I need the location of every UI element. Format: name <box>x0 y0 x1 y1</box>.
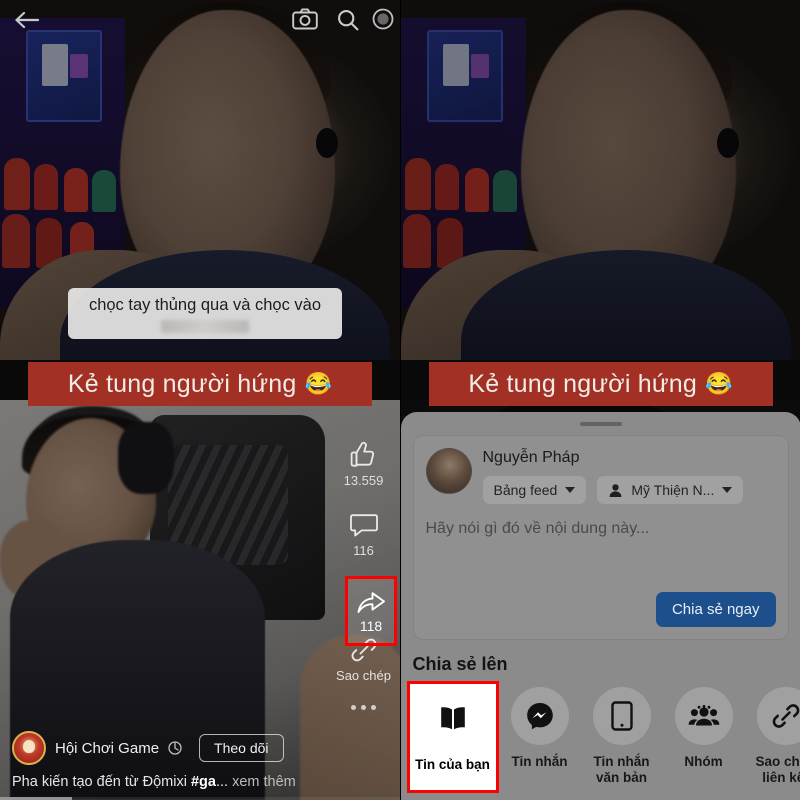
see-more-link[interactable]: xem thêm <box>232 774 296 790</box>
share-button-highlighted[interactable]: 118 <box>345 576 397 646</box>
video-title-banner: Kẻ tung người hứng 😂 <box>28 362 372 406</box>
audience-label: Bảng feed <box>493 482 558 498</box>
share-target-label-3: Nhóm <box>684 754 723 769</box>
share-target-sms[interactable]: Tin nhắn văn bản <box>581 687 663 793</box>
caption-prefix: Pha kiến tạo đến từ Độmixi <box>12 774 191 790</box>
globe-icon <box>168 741 182 755</box>
subtitle-blurred-line <box>161 320 249 333</box>
subtitle-text: chọc tay thủng qua và chọc vào <box>88 296 322 314</box>
headset-earcup <box>118 422 174 494</box>
user-name: Nguyễn Pháp <box>482 449 580 466</box>
group-people-icon <box>688 704 720 728</box>
share-arrow-icon <box>356 588 386 616</box>
composer-chips: Bảng feed Mỹ Thiện N... <box>482 476 776 504</box>
comment-count: 116 <box>353 543 374 558</box>
circle-profile-icon[interactable] <box>372 8 394 30</box>
left-phone-screen: chọc tay thủng qua và chọc vào Kẻ tung n… <box>0 0 400 800</box>
thumbs-up-icon <box>348 440 378 470</box>
page-avatar[interactable] <box>12 731 46 765</box>
page-row: Hội Chơi Game Theo dõi <box>12 731 388 765</box>
messenger-icon <box>525 701 555 731</box>
share-target-copy-link[interactable]: Sao chép liên kết <box>745 687 800 793</box>
video-meta-footer: Hội Chơi Game Theo dõi Pha kiến tạo đến … <box>0 731 400 800</box>
banner-text-right: Kẻ tung người hứng <box>468 369 698 398</box>
follow-button[interactable]: Theo dõi <box>199 734 284 762</box>
share-now-button[interactable]: Chia sẻ ngay <box>655 592 776 627</box>
copy-link-label: Sao chép <box>336 668 391 683</box>
share-target-your-story[interactable]: Tin của bạn <box>406 681 499 793</box>
video-subtitle-chip: chọc tay thủng qua và chọc vào <box>68 288 342 339</box>
comment-bubble-icon <box>349 510 379 540</box>
left-top-bar <box>0 0 400 44</box>
phone-sms-icon <box>610 701 633 731</box>
chevron-down-icon-2 <box>722 487 733 493</box>
video-caption[interactable]: Pha kiến tạo đến từ Độmixi #ga... xem th… <box>12 774 388 790</box>
back-arrow-icon[interactable] <box>14 10 40 30</box>
user-avatar[interactable] <box>425 448 472 494</box>
link-chain-icon-2 <box>771 701 800 731</box>
share-target-label-0: Tin của bạn <box>415 757 490 772</box>
page-name[interactable]: Hội Chơi Game <box>55 740 159 757</box>
laughing-emoji-icon: 😂 <box>304 371 333 396</box>
audience-selector[interactable]: Bảng feed <box>482 476 587 504</box>
composer-input[interactable]: Hãy nói gì đó về nội dung này... <box>426 520 776 538</box>
share-target-groups[interactable]: Nhóm <box>663 687 745 793</box>
caption-hashtag[interactable]: #ga <box>191 774 216 790</box>
share-target-messenger[interactable]: Tin nhắn <box>499 687 581 793</box>
messenger-icon-wrap <box>510 687 569 745</box>
share-target-label-4: Sao chép liên kết <box>755 754 800 786</box>
tag-label: Mỹ Thiện N... <box>631 482 715 498</box>
banner-text: Kẻ tung người hứng <box>67 369 297 398</box>
tag-people-selector[interactable]: Mỹ Thiện N... <box>597 476 744 504</box>
more-dots-icon[interactable] <box>351 705 376 710</box>
screenshot-root: chọc tay thủng qua và chọc vào Kẻ tung n… <box>0 0 800 800</box>
comment-button[interactable]: 116 <box>349 510 379 558</box>
laughing-emoji-icon-right: 😂 <box>705 371 733 396</box>
composer-card: Nguyễn Pháp Bảng feed Mỹ Thiện N... Hãy … <box>412 435 789 640</box>
earbud <box>316 128 338 158</box>
chevron-down-icon <box>565 487 576 493</box>
book-story-icon <box>438 705 468 733</box>
camera-icon[interactable] <box>292 8 318 30</box>
link-chain-icon-wrap <box>756 687 800 745</box>
share-destination-row: Tin của bạn Tin nhắn Tin nhắn văn bản Nh… <box>406 681 800 793</box>
sheet-drag-handle[interactable] <box>579 422 622 426</box>
person-icon <box>608 483 623 498</box>
phone-sms-icon-wrap <box>592 687 651 745</box>
share-target-label-1: Tin nhắn <box>511 754 568 769</box>
search-icon[interactable] <box>336 8 360 32</box>
share-bottom-sheet: Nguyễn Pháp Bảng feed Mỹ Thiện N... Hãy … <box>400 412 800 800</box>
share-count: 118 <box>359 618 383 634</box>
book-story-icon-wrap <box>423 690 482 748</box>
share-target-label-2: Tin nhắn văn bản <box>593 754 650 786</box>
video-title-banner-right: Kẻ tung người hứng 😂 <box>428 362 773 406</box>
caption-ellipsis: ... <box>215 774 229 790</box>
group-people-icon-wrap <box>674 687 733 745</box>
like-count: 13.559 <box>343 473 384 488</box>
like-button[interactable]: 13.559 <box>343 440 384 488</box>
share-to-heading: Chia sẻ lên <box>412 654 508 674</box>
composer-header: Nguyễn Pháp Bảng feed Mỹ Thiện N... <box>425 448 776 504</box>
right-phone-screen: mà nó êm đít mát đít Kẻ tung người hứng … <box>399 0 800 800</box>
video-action-rail: 13.559 116 Sao chép <box>334 440 394 710</box>
